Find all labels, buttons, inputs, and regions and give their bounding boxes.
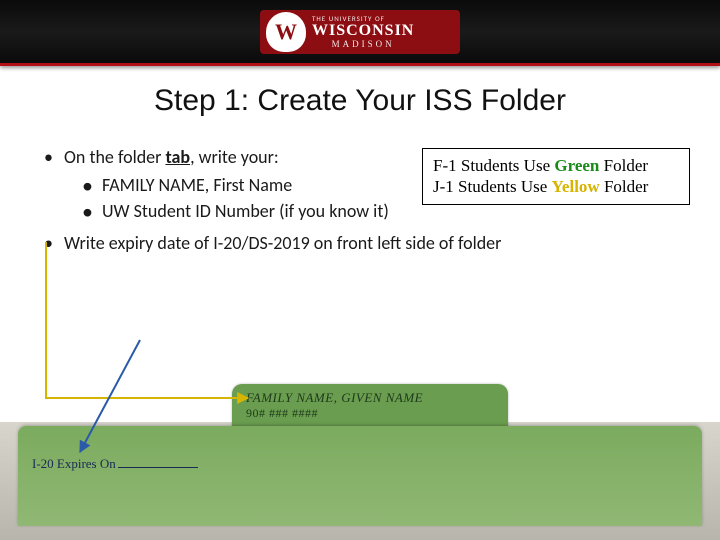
header-bar: W THE UNIVERSITY OF WISCONSIN MADISON: [0, 0, 720, 66]
infobox-line-f1: F-1 Students Use Green Folder: [433, 155, 679, 176]
infobox-line-j1: J-1 Students Use Yellow Folder: [433, 176, 679, 197]
uw-crest-icon: W: [266, 12, 306, 52]
folder-body: I-20 Expires On: [18, 426, 702, 526]
logo-sub-line: MADISON: [312, 39, 414, 49]
logo-top-line: THE UNIVERSITY OF: [312, 14, 414, 23]
uw-logo-text: THE UNIVERSITY OF WISCONSIN MADISON: [312, 14, 414, 49]
tab-keyword: tab: [165, 146, 190, 168]
expiry-label: I-20 Expires On: [32, 456, 198, 472]
expiry-blank-line: [118, 458, 198, 468]
folder-illustration: FAMILY NAME, GIVEN NAME 90# ### #### I-2…: [0, 370, 720, 540]
slide-title: Step 1: Create Your ISS Folder: [0, 84, 720, 118]
folder-tab-id: 90# ### ####: [246, 406, 494, 421]
folder-tab-name: FAMILY NAME, GIVEN NAME: [246, 390, 494, 406]
folder-color-info-box: F-1 Students Use Green Folder J-1 Studen…: [422, 148, 690, 205]
yellow-word: Yellow: [552, 177, 600, 196]
bullet-2: Write expiry date of I-20/DS-2019 on fro…: [44, 232, 676, 254]
uw-logo: W THE UNIVERSITY OF WISCONSIN MADISON: [260, 10, 460, 54]
green-word: Green: [554, 156, 599, 175]
logo-main-line: WISCONSIN: [312, 23, 414, 39]
